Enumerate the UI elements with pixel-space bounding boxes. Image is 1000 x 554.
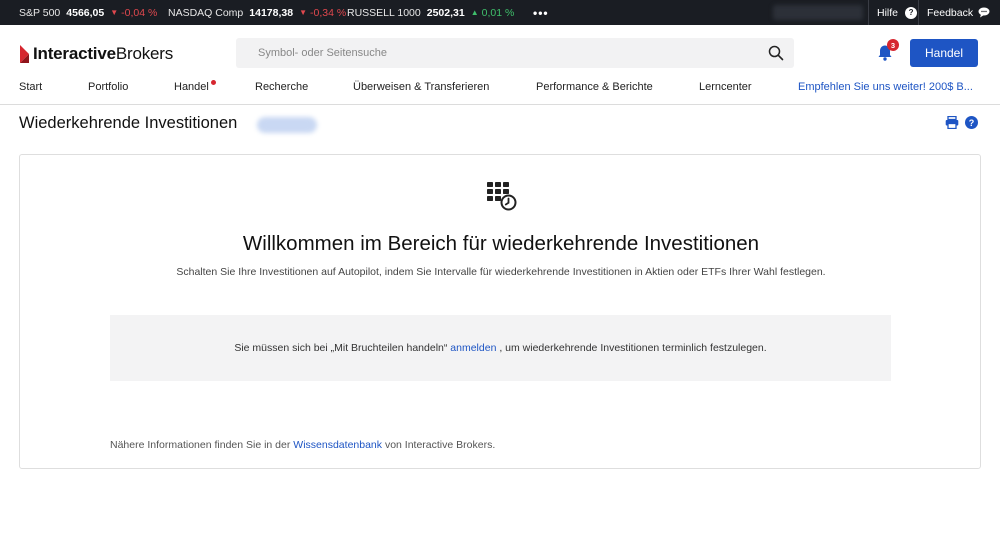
ticker-price: 14178,38 [249, 6, 294, 19]
brand-logo[interactable]: InteractiveBrokers [18, 42, 173, 66]
notification-count-badge: 3 [887, 39, 899, 51]
ticker-name: NASDAQ Comp [168, 6, 244, 19]
help-icon: ? [905, 6, 918, 19]
nav-item-referral-promo[interactable]: Empfehlen Sie uns weiter! 200$ B... [798, 81, 973, 93]
ticker-price: 2502,31 [426, 6, 465, 19]
ticker-item-russell[interactable]: RUSSELL 1000 2502,31 ▲ 0,01 % [347, 0, 514, 25]
welcome-subtitle: Schalten Sie Ihre Investitionen auf Auto… [176, 266, 826, 278]
help-label: Hilfe [877, 6, 899, 19]
ticker-item-nasdaq[interactable]: NASDAQ Comp 14178,38 ▼ -0,34 % [168, 0, 346, 25]
blurred-account-info [773, 5, 863, 20]
feedback-label: Feedback [927, 6, 974, 19]
search-icon[interactable] [768, 45, 784, 61]
nav-item-performance[interactable]: Performance & Berichte [536, 81, 653, 93]
ticker-bar: S&P 500 4566,05 ▼ -0,04 % NASDAQ Comp 14… [0, 0, 1000, 25]
feedback-link[interactable]: Feedback [918, 0, 990, 25]
ticker-name: S&P 500 [19, 6, 61, 19]
nav-item-portfolio[interactable]: Portfolio [88, 81, 128, 93]
blurred-badge [257, 117, 317, 133]
chat-bubble-icon [978, 7, 990, 18]
search-bar[interactable]: Symbol- oder Seitensuche [236, 38, 794, 68]
up-arrow-icon: ▲ [470, 8, 479, 17]
info-text: Nähere Informationen finden Sie in der [110, 439, 291, 451]
search-input[interactable]: Symbol- oder Seitensuche [258, 47, 387, 59]
notice-text: Sie müssen sich bei „Mit Bruchteilen han… [234, 342, 448, 354]
ticker-item-sp500[interactable]: S&P 500 4566,05 ▼ -0,04 % [19, 0, 157, 25]
page-help-icon[interactable]: ? [965, 116, 978, 129]
page-title: Wiederkehrende Investitionen [19, 114, 238, 132]
notifications-button[interactable]: 3 [877, 39, 899, 66]
new-indicator-dot [211, 80, 216, 85]
ticker-change: 0,01 % [481, 6, 515, 19]
help-link[interactable]: Hilfe ? [868, 0, 918, 25]
info-text-end: von Interactive Brokers. [384, 439, 496, 451]
brand-mark-icon [20, 45, 29, 63]
fractional-trading-notice: Sie müssen sich bei „Mit Bruchteilen han… [110, 315, 891, 381]
print-icon[interactable] [945, 116, 959, 129]
welcome-heading: Willkommen im Bereich für wiederkehrende… [242, 232, 760, 255]
nav-item-transfers[interactable]: Überweisen & Transferieren [353, 81, 489, 93]
more-info-text: Nähere Informationen finden Sie in der W… [110, 439, 495, 451]
trade-button[interactable]: Handel [910, 39, 978, 67]
brand-name: InteractiveBrokers [33, 44, 174, 63]
knowledge-base-link[interactable]: Wissensdatenbank [293, 439, 382, 451]
ticker-name: RUSSELL 1000 [347, 6, 421, 19]
main-nav: Start Portfolio Handel Recherche Überwei… [0, 78, 1000, 105]
notice-text-end: , um wiederkehrende Investitionen termin… [499, 342, 767, 354]
nav-item-recherche[interactable]: Recherche [255, 81, 308, 93]
nav-item-lerncenter[interactable]: Lerncenter [699, 81, 752, 93]
ticker-price: 4566,05 [66, 6, 105, 19]
recurring-calendar-icon [487, 182, 517, 211]
nav-item-start[interactable]: Start [19, 81, 42, 93]
down-arrow-icon: ▼ [299, 8, 307, 17]
nav-item-handel[interactable]: Handel [174, 81, 209, 93]
ticker-change: -0,34 % [310, 6, 347, 19]
down-arrow-icon: ▼ [110, 8, 119, 17]
ticker-more-button[interactable]: ••• [533, 0, 549, 25]
ticker-change: -0,04 % [121, 6, 158, 19]
welcome-card: Willkommen im Bereich für wiederkehrende… [19, 154, 981, 469]
enroll-link[interactable]: anmelden [450, 342, 496, 354]
